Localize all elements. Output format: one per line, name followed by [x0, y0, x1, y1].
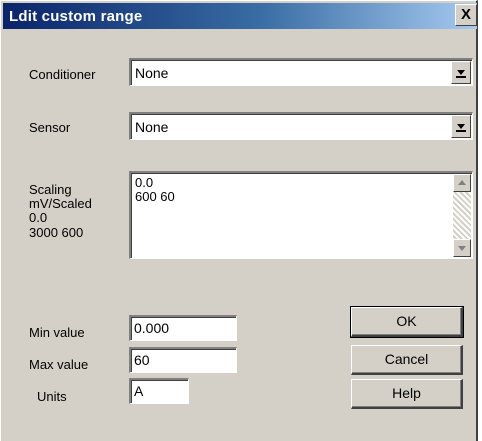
- sensor-label: Sensor: [29, 120, 71, 135]
- scaling-textarea[interactable]: 0.0 600 60: [129, 171, 473, 259]
- scaling-line: 0.0: [135, 175, 154, 190]
- max-value-label: Max value: [29, 357, 89, 372]
- scaling-scrollbar[interactable]: [453, 174, 471, 257]
- scaling-label: Scaling: [29, 182, 72, 197]
- sensor-dropdown[interactable]: None: [129, 112, 473, 140]
- scaling-label-example-2: 3000 600: [29, 225, 84, 240]
- units-text: A: [134, 383, 144, 399]
- ok-button[interactable]: OK: [350, 306, 464, 338]
- window-title: Ldit custom range: [9, 8, 143, 25]
- scaling-label-example-1: 0.0: [29, 210, 48, 225]
- help-button[interactable]: Help: [351, 379, 463, 409]
- scaling-line: 600 60: [135, 189, 175, 204]
- scaling-label-units: mV/Scaled: [29, 196, 92, 211]
- min-value-field[interactable]: 0.000: [129, 315, 237, 341]
- conditioner-label: Conditioner: [29, 67, 96, 82]
- edit-custom-range-dialog: Ldit custom range X Conditioner None Sen…: [0, 0, 478, 441]
- conditioner-value: None: [135, 65, 169, 81]
- title-bar[interactable]: Ldit custom range X: [3, 3, 477, 29]
- units-field[interactable]: A: [129, 378, 189, 404]
- sensor-dropdown-button[interactable]: [451, 115, 471, 138]
- close-button[interactable]: X: [455, 4, 477, 26]
- scroll-up-button[interactable]: [453, 174, 471, 192]
- cancel-button[interactable]: Cancel: [351, 345, 463, 375]
- conditioner-dropdown-button[interactable]: [451, 61, 471, 84]
- scaling-content: 0.0 600 60: [135, 176, 175, 204]
- arrow-up-icon: [458, 180, 466, 185]
- sensor-value: None: [135, 119, 169, 135]
- conditioner-dropdown[interactable]: None: [129, 58, 473, 86]
- arrow-down-icon: [458, 246, 466, 251]
- units-label: Units: [37, 389, 67, 404]
- scroll-down-button[interactable]: [453, 239, 471, 257]
- min-value-text: 0.000: [134, 320, 170, 336]
- min-value-label: Min value: [29, 325, 85, 340]
- close-icon: X: [460, 6, 471, 23]
- max-value-text: 60: [134, 352, 150, 368]
- max-value-field[interactable]: 60: [129, 347, 237, 373]
